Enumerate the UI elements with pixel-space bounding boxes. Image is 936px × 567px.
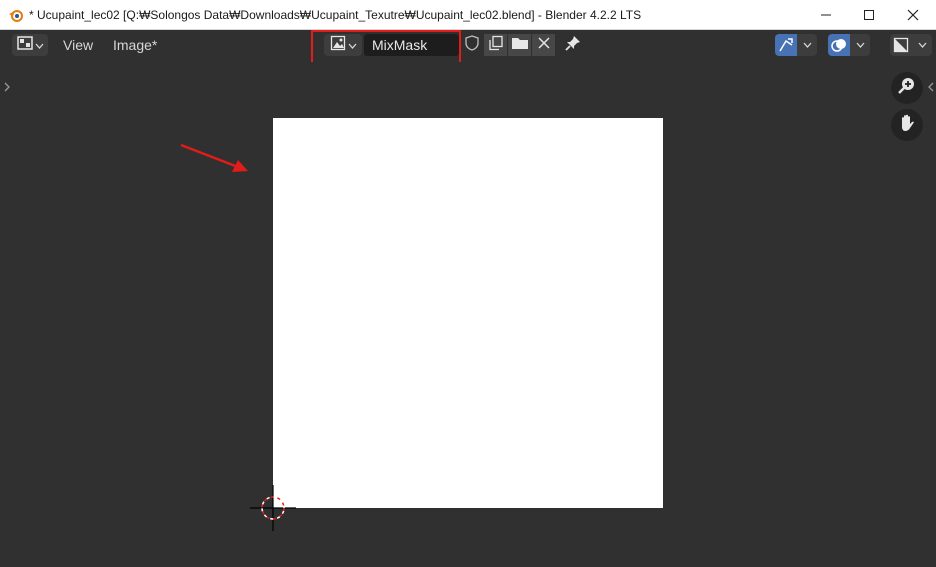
fake-user-shield-icon [464,34,480,56]
maximize-button[interactable] [846,0,892,30]
overlay-icon [828,34,850,56]
chevron-down-icon[interactable] [850,34,870,56]
zoom-icon [897,76,917,101]
unlink-x-icon [537,36,550,54]
sidebar-expand-arrow-icon[interactable] [926,80,936,94]
zoom-gizmo[interactable] [891,72,923,104]
duplicate-image-button[interactable] [484,34,507,56]
chevron-down-icon[interactable] [912,34,932,56]
image-canvas[interactable] [273,118,663,508]
annotation-highlight-box [311,30,461,66]
pin-icon [564,34,582,57]
open-image-button[interactable] [508,34,531,56]
chevron-down-icon [35,36,44,54]
close-button[interactable] [890,0,936,30]
open-folder-icon [511,35,529,56]
editor-type-button[interactable] [12,34,48,56]
menu-image[interactable]: Image* [113,37,157,53]
overlay-toggle[interactable] [828,34,870,56]
display-channels-icon [890,34,912,56]
window-titlebar: * Ucupaint_lec02 [Q:₩Solongos Data₩Downl… [0,0,936,30]
unlink-image-button[interactable] [532,34,555,56]
2d-cursor-icon[interactable] [250,485,296,531]
toolbar-expand-arrow-icon[interactable] [2,80,12,94]
display-channels-button[interactable] [890,34,932,56]
hand-pan-icon [897,113,917,138]
menu-view[interactable]: View [63,37,93,53]
image-editor-icon [16,35,33,56]
uv-sync-toggle[interactable] [775,34,817,56]
annotation-arrow-icon [176,140,256,180]
minimize-button[interactable] [803,0,849,30]
uv-sync-icon [775,34,797,56]
window-title: * Ucupaint_lec02 [Q:₩Solongos Data₩Downl… [29,8,642,22]
fake-user-button[interactable] [460,34,483,56]
blender-icon [8,7,24,23]
pan-gizmo[interactable] [891,109,923,141]
chevron-down-icon[interactable] [797,34,817,56]
pin-button[interactable] [562,34,584,56]
duplicate-image-icon [488,35,504,56]
